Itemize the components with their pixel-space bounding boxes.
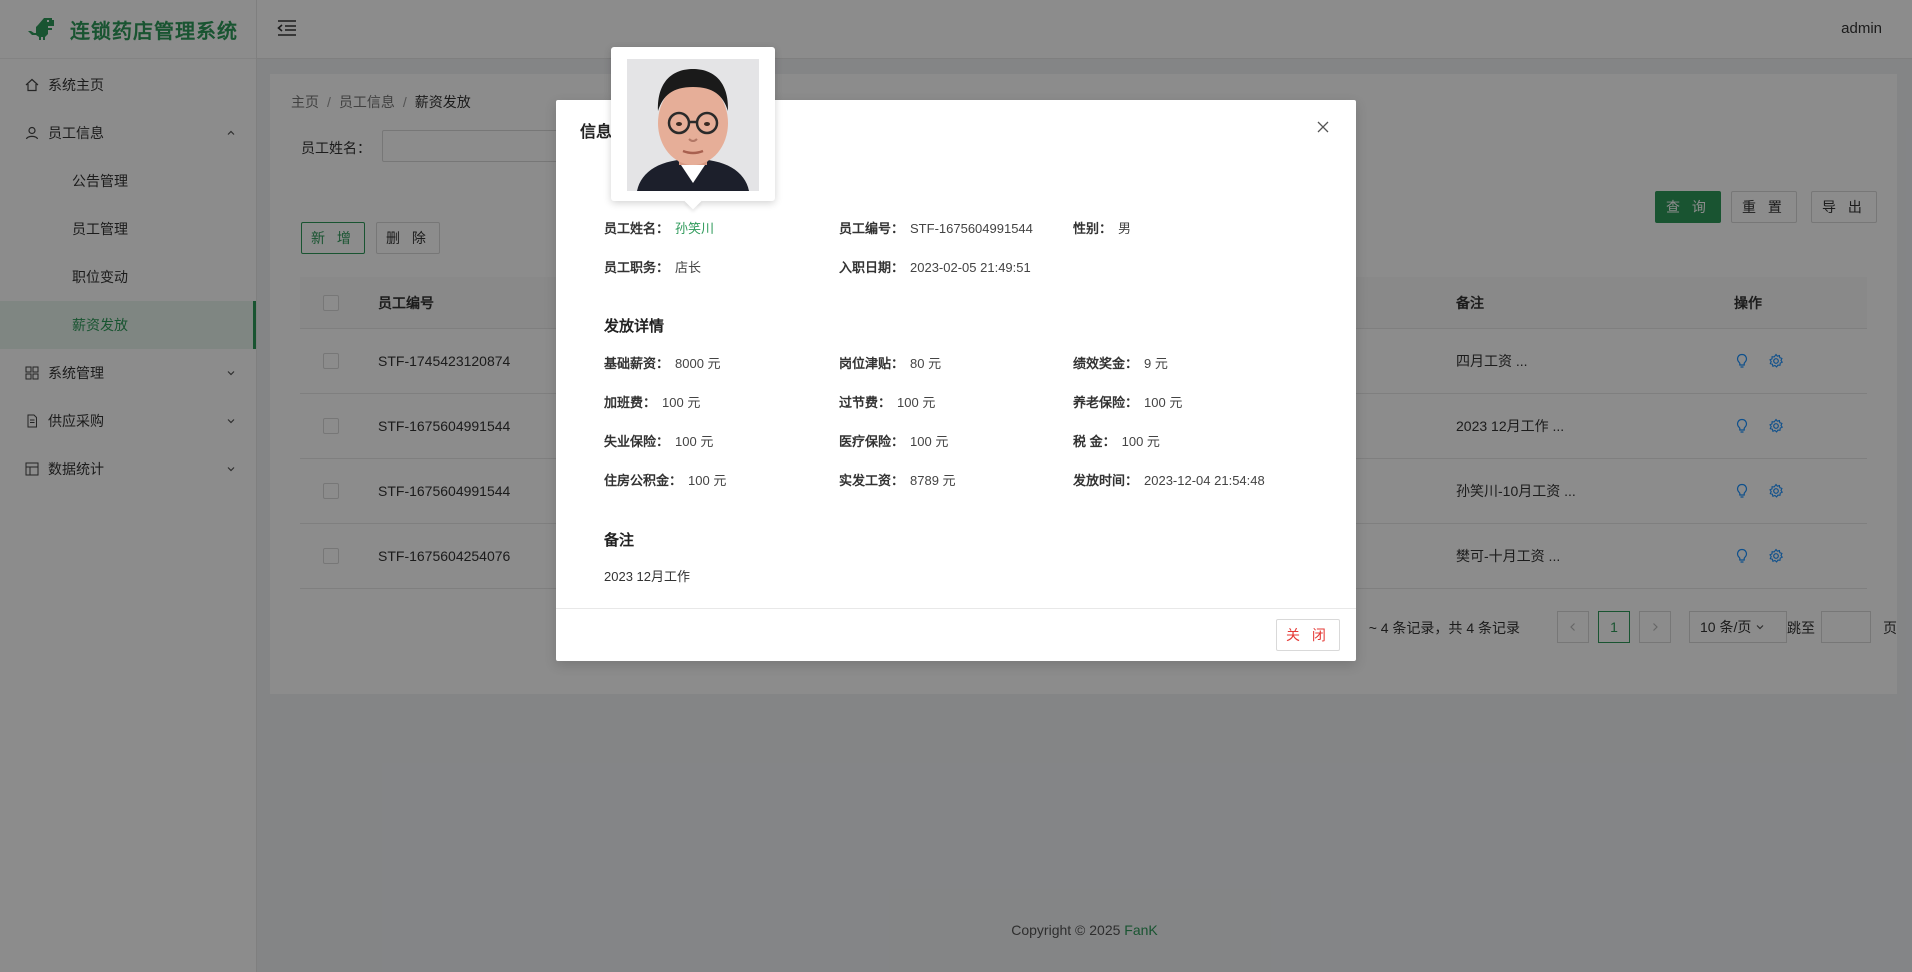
remark-text: 2023 12月工作 — [604, 569, 690, 584]
field-post: 员工职务： 店长 — [604, 260, 702, 275]
field-employee-name: 员工姓名： 孙笑川 — [604, 221, 715, 236]
field-medical: 医疗保险： 100 元 — [839, 434, 949, 449]
employee-photo — [627, 59, 759, 191]
field-bonus: 绩效奖金： 9 元 — [1073, 356, 1168, 371]
remark-section-title: 备注 — [604, 532, 635, 549]
field-overtime: 加班费： 100 元 — [604, 395, 701, 410]
field-net-pay: 实发工资： 8789 元 — [839, 473, 956, 488]
field-join-date: 入职日期： 2023-02-05 21:49:51 — [839, 260, 1031, 275]
detail-section-title: 发放详情 — [604, 318, 665, 335]
close-icon[interactable] — [1316, 120, 1330, 134]
field-gender: 性别：男 — [1073, 221, 1132, 236]
close-button[interactable]: 关 闭 — [1276, 619, 1340, 651]
field-base-salary: 基础薪资： 8000 元 — [604, 356, 721, 371]
field-pension: 养老保险： 100 元 — [1073, 395, 1183, 410]
field-housing-fund: 住房公积金： 100 元 — [604, 473, 727, 488]
modal-title: 信息 — [580, 124, 613, 141]
field-unemployment: 失业保险： 100 元 — [604, 434, 714, 449]
field-tax: 税 金： 100 元 — [1073, 434, 1160, 449]
field-post-allowance: 岗位津贴： 80 元 — [839, 356, 942, 371]
modal-footer: 关 闭 — [556, 608, 1356, 661]
field-employee-code: 员工编号： STF-1675604991544 — [839, 221, 1033, 236]
employee-photo-popover — [611, 47, 775, 201]
employee-name-link[interactable]: 孙笑川 — [675, 221, 714, 236]
field-holiday-pay: 过节费： 100 元 — [839, 395, 936, 410]
field-pay-time: 发放时间： 2023-12-04 21:54:48 — [1073, 473, 1265, 488]
